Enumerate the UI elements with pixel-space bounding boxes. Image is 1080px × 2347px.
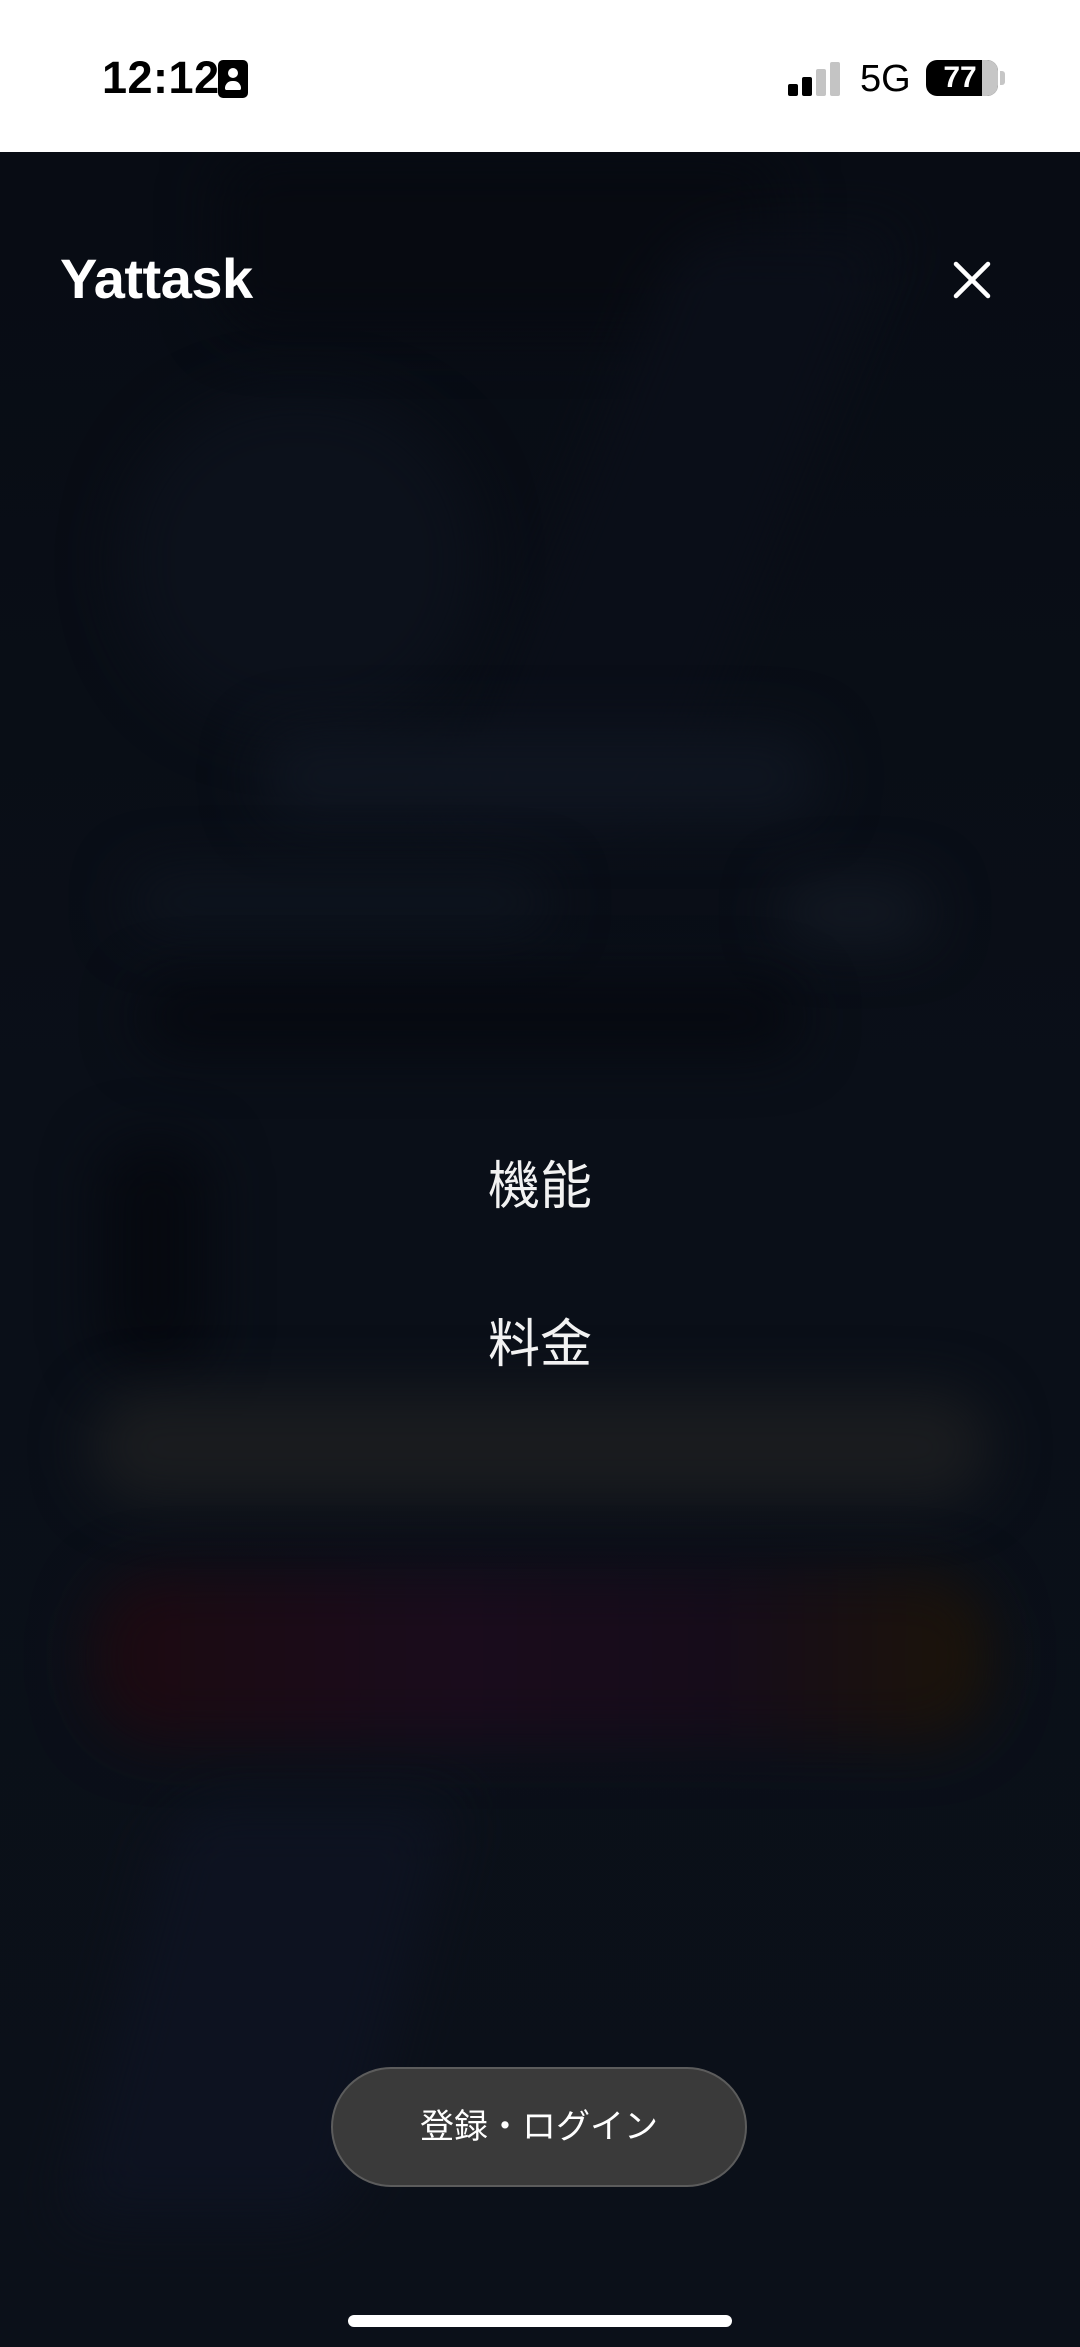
signal-icon	[788, 60, 842, 96]
close-button[interactable]	[942, 250, 1002, 310]
menu-item-pricing[interactable]: 料金	[0, 1302, 1080, 1377]
battery-level: 77	[943, 61, 977, 94]
brand-logo[interactable]: Yattask	[60, 246, 253, 311]
menu-item-features[interactable]: 機能	[0, 1144, 1080, 1219]
home-indicator[interactable]	[348, 2315, 732, 2327]
status-bar: 12:12 5G 77	[0, 0, 1080, 152]
battery-tip	[1000, 71, 1005, 85]
close-icon	[953, 261, 991, 299]
app-screen: 12:12 5G 77 Yattask 機能 料金 登録・ログイン	[0, 0, 1080, 2347]
battery-icon: 77	[926, 60, 998, 96]
status-time: 12:12	[102, 52, 220, 103]
blurred-page-background	[0, 152, 1080, 2347]
login-register-button[interactable]: 登録・ログイン	[331, 2067, 747, 2187]
network-label: 5G	[860, 58, 911, 100]
id-badge-icon	[218, 60, 248, 98]
